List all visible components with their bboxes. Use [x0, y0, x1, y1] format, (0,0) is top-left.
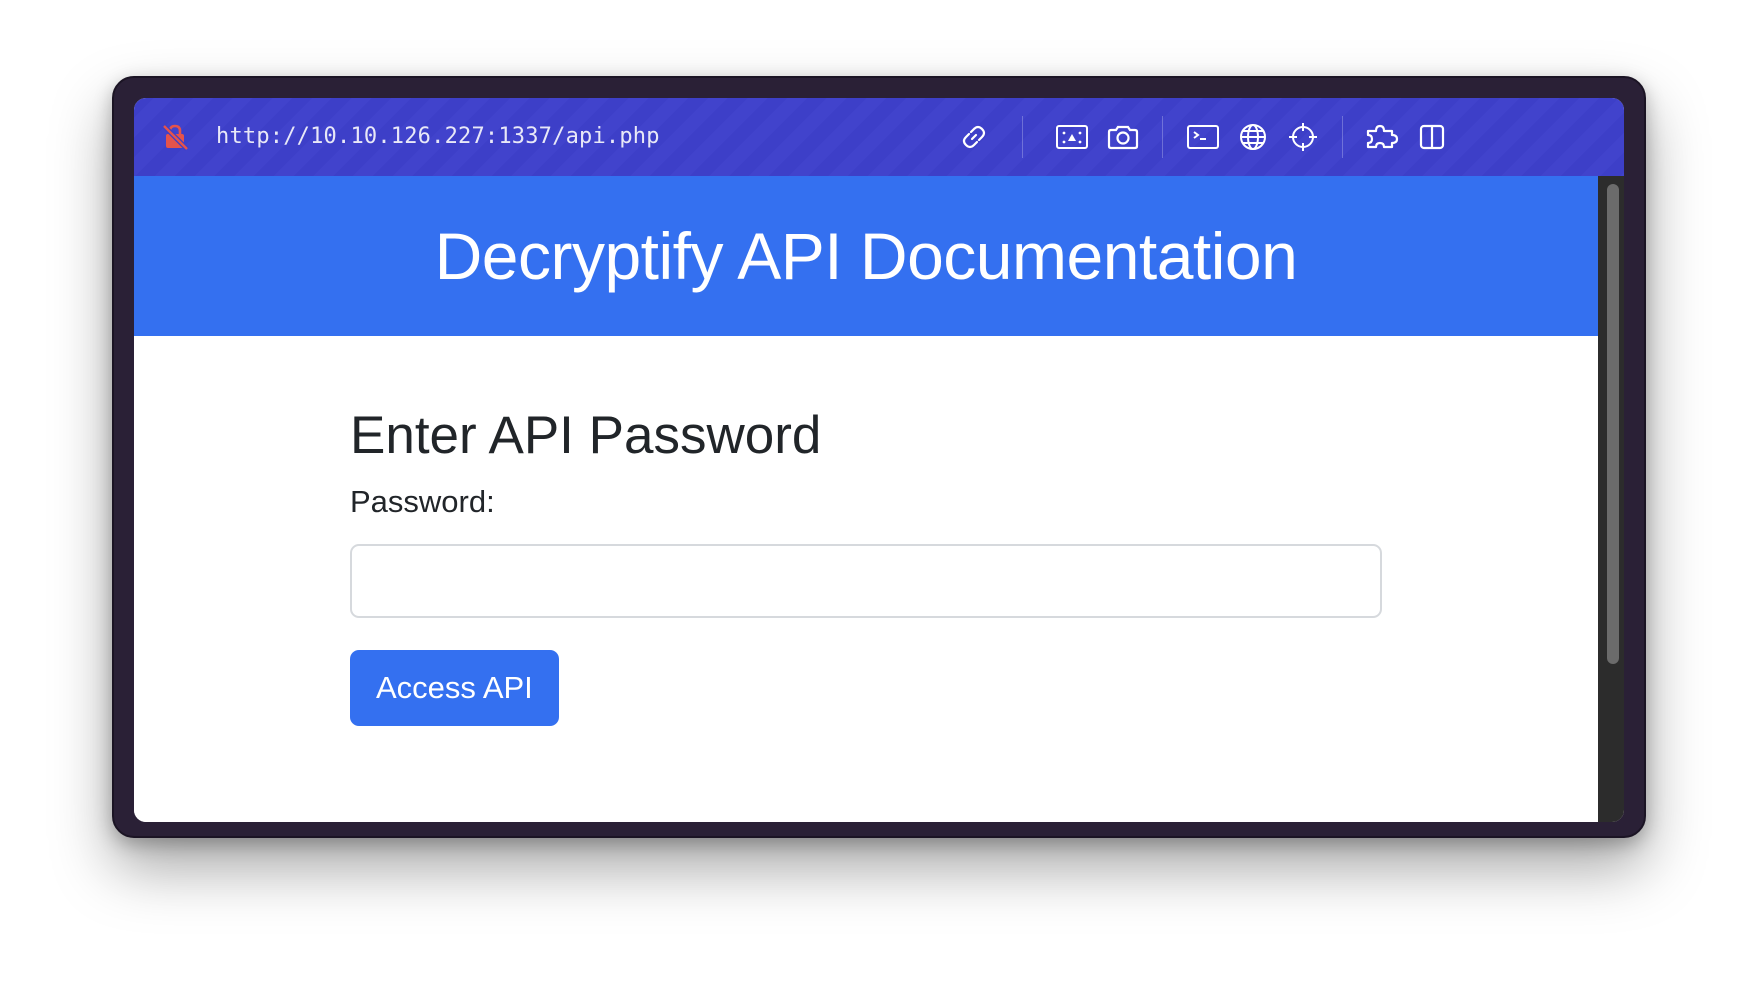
vertical-scrollbar[interactable] [1598, 176, 1624, 822]
link-icon[interactable] [955, 118, 993, 156]
image-icon[interactable] [1053, 118, 1091, 156]
browser-viewport: http://10.10.126.227:1337/api.php Decryp… [134, 98, 1624, 822]
page-header: Decryptify API Documentation [134, 176, 1598, 336]
camera-icon[interactable] [1104, 118, 1142, 156]
browser-window: http://10.10.126.227:1337/api.php Decryp… [112, 76, 1646, 838]
split-view-icon[interactable] [1413, 118, 1451, 156]
terminal-icon[interactable] [1184, 118, 1222, 156]
scrollbar-thumb[interactable] [1607, 184, 1619, 664]
lock-slash-icon[interactable] [160, 122, 190, 152]
password-form: Enter API Password Password: Access API [350, 404, 1382, 726]
page-title: Decryptify API Documentation [434, 219, 1298, 293]
crosshair-icon[interactable] [1284, 118, 1322, 156]
access-api-button[interactable]: Access API [350, 650, 559, 726]
form-title: Enter API Password [350, 406, 822, 465]
page-content: Decryptify API Documentation Enter API P… [134, 176, 1598, 822]
browser-toolbar: http://10.10.126.227:1337/api.php [134, 98, 1624, 176]
puzzle-icon[interactable] [1363, 118, 1401, 156]
address-bar-url[interactable]: http://10.10.126.227:1337/api.php [216, 122, 660, 152]
password-label: Password: [350, 484, 495, 519]
globe-icon[interactable] [1234, 118, 1272, 156]
password-input[interactable] [350, 544, 1382, 618]
